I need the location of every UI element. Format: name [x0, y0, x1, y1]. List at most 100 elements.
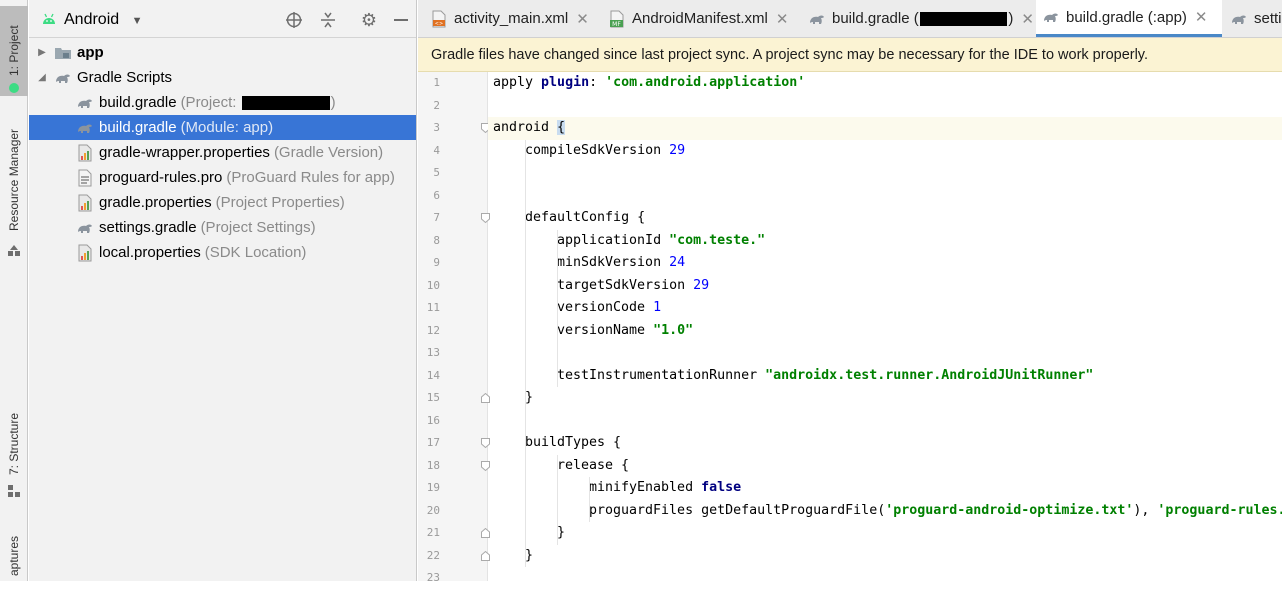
captures-tool-tab[interactable]: aptures: [0, 530, 28, 581]
manifest-file-icon: MF: [608, 10, 626, 28]
code-token: minifyEnabled: [589, 480, 702, 495]
minimize-icon[interactable]: [392, 11, 410, 29]
editor-tab[interactable]: build.gradle () ✕: [802, 0, 1034, 37]
tree-item-detail-end: ): [330, 94, 336, 111]
code-line: versionName "1.0": [488, 320, 1282, 343]
line-number: 16: [426, 413, 440, 427]
tree-item[interactable]: ▶ app: [29, 40, 416, 65]
line-number: 6: [433, 188, 440, 202]
code-token: defaultConfig {: [525, 210, 646, 225]
code-line: }: [488, 522, 1282, 545]
tree-item-name: Gradle Scripts: [77, 69, 173, 86]
line-number: 12: [426, 323, 440, 337]
expanded-arrow-icon[interactable]: ◢: [35, 72, 49, 83]
svg-text:MF: MF: [612, 21, 621, 28]
tree-item[interactable]: proguard-rules.pro (ProGuard Rules for ap…: [29, 165, 416, 190]
tree-item[interactable]: gradle.properties (Project Properties): [29, 190, 416, 215]
tree-item-detail: (Project: ): [180, 94, 336, 111]
chevron-down-icon: ▼: [131, 15, 143, 27]
close-icon[interactable]: ✕: [576, 10, 589, 28]
gradle-icon: [76, 219, 94, 237]
code-line: minifyEnabled false: [488, 477, 1282, 500]
close-icon[interactable]: ✕: [776, 10, 789, 28]
properties-file-icon: [76, 144, 94, 162]
tree-item[interactable]: settings.gradle (Project Settings): [29, 215, 416, 240]
editor-tab[interactable]: MF AndroidManifest.xml ✕: [602, 0, 798, 37]
code-token: applicationId: [557, 232, 670, 248]
line-number: 22: [426, 548, 440, 562]
code-token: buildTypes {: [525, 435, 622, 450]
editor-tab[interactable]: build.gradle (:app) ✕: [1036, 0, 1222, 37]
properties-file-icon: [76, 194, 94, 212]
gradle-icon: [1230, 10, 1248, 28]
tree-item-detail: (Gradle Version): [273, 144, 384, 161]
tree-item[interactable]: ◢ Gradle Scripts: [29, 65, 416, 90]
gradle-icon: [1042, 8, 1060, 26]
code-line: }: [488, 545, 1282, 568]
line-number: 10: [426, 278, 440, 292]
close-icon[interactable]: ✕: [1195, 8, 1208, 26]
gradle-icon: [808, 10, 826, 28]
indent-guide: [589, 477, 590, 522]
line-number: 23: [426, 571, 440, 584]
tool-window-strip: 1: Project Resource Manager 7: Structure…: [0, 0, 28, 581]
code-token: :: [589, 75, 606, 90]
code-line: versionCode 1: [488, 297, 1282, 320]
close-icon[interactable]: ✕: [1021, 10, 1034, 28]
tree-item[interactable]: gradle-wrapper.properties (Gradle Version…: [29, 140, 416, 165]
line-number: 2: [433, 98, 440, 112]
redaction-bar: [919, 11, 1008, 26]
resource-manager-icon: [8, 245, 20, 256]
tree-item-name: proguard-rules.pro: [99, 169, 223, 186]
structure-tool-tab[interactable]: 7: Structure: [0, 406, 28, 482]
code-line: applicationId "com.teste.": [488, 230, 1282, 253]
code-token: false: [701, 480, 742, 495]
editor-tab[interactable]: <> activity_main.xml ✕: [424, 0, 600, 37]
code-token: plugin: [541, 75, 590, 90]
tree-item-detail: (SDK Location): [204, 244, 307, 261]
code-token: versionName: [557, 322, 654, 338]
code-line: }: [488, 387, 1282, 410]
tree-item-detail: (Project Settings): [200, 219, 316, 236]
locate-target-icon[interactable]: [285, 11, 303, 29]
code-line: android {: [488, 117, 1282, 140]
project-view-selector[interactable]: Android ▼: [64, 11, 143, 29]
editor-tab-bar: <> activity_main.xml ✕ MF AndroidManifest.xm…: [418, 0, 1282, 38]
line-number: 8: [433, 233, 440, 247]
project-panel: Android ▼ ⚙ ▶ app ◢ Gradle Scripts build.gra…: [29, 0, 417, 581]
collapsed-arrow-icon[interactable]: ▶: [35, 47, 49, 58]
resource-manager-tool-tab[interactable]: Resource Manager: [0, 118, 28, 242]
code-token: 1: [653, 300, 662, 315]
line-number: 1: [433, 76, 440, 89]
code-token: 'proguard-android-optimize.txt': [885, 502, 1134, 518]
code-token: 'proguard-rules.: [1157, 502, 1282, 518]
editor-area: <> activity_main.xml ✕ MF AndroidManifest.xm…: [418, 0, 1282, 584]
properties-file-icon: [76, 244, 94, 262]
code-token: "androidx.test.runner.AndroidJUnitRunner…: [765, 367, 1094, 383]
captures-tool-tab-label: aptures: [7, 535, 21, 576]
gradle-icon: [76, 119, 94, 137]
line-number-gutter: 1 2 3 4 5 6 7 8 9 10 11 12 13 14 15 16 17 18 19 20 21 22 23: [418, 72, 490, 584]
tree-item[interactable]: build.gradle (Module: app): [29, 115, 416, 140]
tree-item-name: build.gradle: [99, 119, 177, 136]
code-token: "com.teste.": [669, 232, 766, 248]
svg-text:<>: <>: [435, 21, 443, 27]
structure-tool-tab-label: 7: Structure: [7, 412, 21, 476]
code-token: release {: [557, 457, 630, 473]
code-line: apply plugin: 'com.android.application': [488, 72, 1282, 95]
indent-guide: [557, 454, 558, 545]
code-token: targetSdkVersion: [557, 277, 694, 293]
tree-item[interactable]: build.gradle (Project: ): [29, 90, 416, 115]
gear-icon[interactable]: ⚙: [360, 11, 378, 29]
tree-item[interactable]: local.properties (SDK Location): [29, 240, 416, 265]
code-token: 29: [693, 277, 710, 293]
android-icon: [9, 83, 19, 93]
code-token: compileSdkVersion: [525, 142, 670, 158]
editor-tab[interactable]: setti: [1224, 0, 1282, 37]
code-token: }: [525, 390, 534, 405]
code-token: testInstrumentationRunner: [557, 367, 766, 383]
collapse-all-icon[interactable]: [319, 11, 337, 29]
code-area[interactable]: apply plugin: 'com.android.application' a…: [488, 72, 1282, 581]
indent-guide: [557, 229, 558, 387]
